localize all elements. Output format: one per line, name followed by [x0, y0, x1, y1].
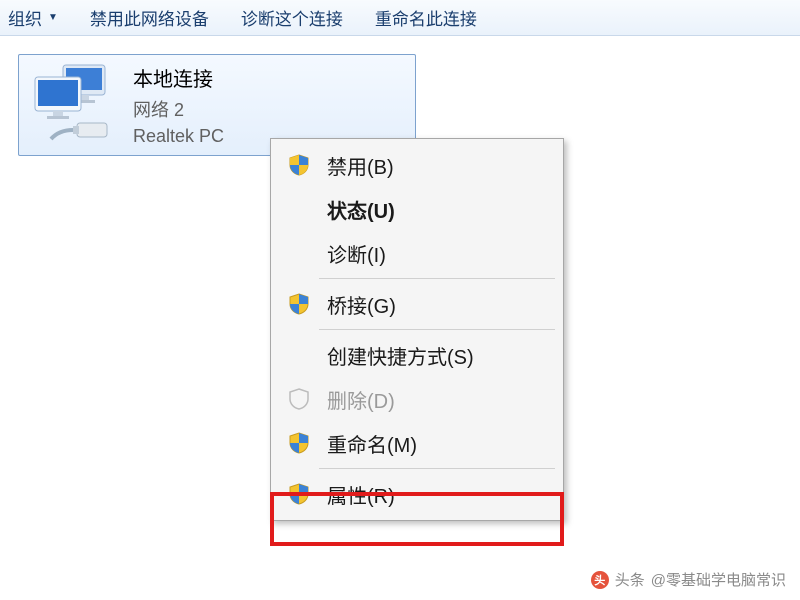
context-menu: 禁用(B) 状态(U) 诊断(I) 桥接(G) 创建快捷方式(S) 删除(D — [270, 138, 564, 521]
menu-properties-label: 属性(R) — [319, 480, 395, 509]
toolbar-disable-device[interactable]: 禁用此网络设备 — [90, 5, 209, 30]
menu-properties[interactable]: 属性(R) — [273, 472, 561, 516]
network-adapter-icon — [29, 63, 119, 147]
network-adapter-name: Realtek PC — [133, 126, 224, 147]
toolbar-diagnose-label: 诊断这个连接 — [241, 5, 343, 30]
toolbar-rename-label: 重命名此连接 — [375, 5, 477, 30]
shield-icon — [288, 154, 310, 176]
menu-diagnose-label: 诊断(I) — [319, 239, 386, 268]
network-subtitle: 网络 2 — [133, 96, 224, 122]
toolbar-diagnose[interactable]: 诊断这个连接 — [241, 5, 343, 30]
menu-bridge[interactable]: 桥接(G) — [273, 282, 561, 326]
menu-disable[interactable]: 禁用(B) — [273, 143, 561, 187]
watermark-text: @零基础学电脑常识 — [651, 569, 786, 590]
menu-rename-label: 重命名(M) — [319, 429, 417, 458]
menu-delete: 删除(D) — [273, 377, 561, 421]
menu-shortcut-label: 创建快捷方式(S) — [319, 341, 474, 370]
toolbar-rename[interactable]: 重命名此连接 — [375, 5, 477, 30]
toolbar-organize-label: 组织 — [8, 5, 42, 30]
menu-create-shortcut[interactable]: 创建快捷方式(S) — [273, 333, 561, 377]
dropdown-arrow-icon: ▼ — [48, 12, 58, 23]
toolbar-organize[interactable]: 组织 ▼ — [8, 5, 58, 30]
menu-disable-label: 禁用(B) — [319, 151, 394, 180]
watermark: 头 头条 @零基础学电脑常识 — [591, 569, 786, 590]
watermark-logo-icon: 头 — [591, 571, 609, 589]
menu-rename[interactable]: 重命名(M) — [273, 421, 561, 465]
menu-separator — [319, 278, 555, 279]
menu-status-label: 状态(U) — [319, 195, 395, 224]
menu-separator — [319, 329, 555, 330]
shield-icon — [288, 293, 310, 315]
menu-status[interactable]: 状态(U) — [273, 187, 561, 231]
shield-disabled-icon — [288, 388, 310, 410]
menu-separator — [319, 468, 555, 469]
network-title: 本地连接 — [133, 63, 224, 92]
menu-bridge-label: 桥接(G) — [319, 290, 396, 319]
network-adapter-text: 本地连接 网络 2 Realtek PC — [133, 63, 224, 147]
shield-icon — [288, 483, 310, 505]
watermark-prefix: 头条 — [615, 569, 645, 590]
menu-delete-label: 删除(D) — [319, 385, 395, 414]
toolbar: 组织 ▼ 禁用此网络设备 诊断这个连接 重命名此连接 — [0, 0, 800, 36]
toolbar-disable-label: 禁用此网络设备 — [90, 5, 209, 30]
menu-diagnose[interactable]: 诊断(I) — [273, 231, 561, 275]
shield-icon — [288, 432, 310, 454]
